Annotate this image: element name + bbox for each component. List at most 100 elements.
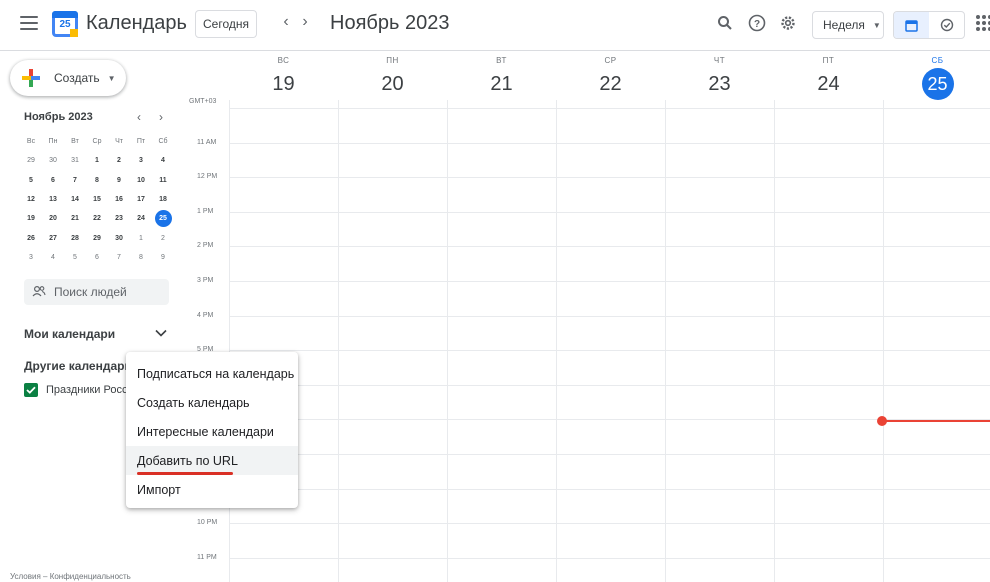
mini-day[interactable]: 15 [86,190,108,209]
mini-day[interactable]: 29 [86,228,108,247]
today-button[interactable]: Сегодня [195,10,257,38]
mini-day[interactable]: 13 [42,190,64,209]
day-header[interactable]: ВТ 21 [447,56,556,100]
day-of-week-label: ВС [277,56,290,65]
hour-gridline [229,419,990,420]
mini-day[interactable]: 30 [42,151,64,170]
mini-weekday-label: Пн [48,138,58,146]
mini-next-month-button[interactable]: › [159,110,163,124]
mini-day[interactable]: 27 [42,228,64,247]
mini-day[interactable]: 14 [64,190,86,209]
day-header[interactable]: СБ 25 [883,56,990,100]
day-number[interactable]: 24 [813,68,845,100]
hour-label: 11 PM [197,554,217,561]
day-number[interactable]: 22 [595,68,627,100]
mini-day[interactable]: 3 [20,248,42,267]
mini-day[interactable]: 8 [86,171,108,190]
my-calendars-heading[interactable]: Мои календари [24,327,115,341]
day-header[interactable]: ПТ 24 [774,56,883,100]
day-header[interactable]: ЧТ 23 [665,56,774,100]
mini-day[interactable]: 1 [130,228,152,247]
next-period-button[interactable]: › [296,13,314,31]
mini-day[interactable]: 22 [86,209,108,228]
other-calendars-heading[interactable]: Другие календари [24,359,132,373]
mini-day[interactable]: 30 [108,228,130,247]
mini-day[interactable]: 17 [130,190,152,209]
menu-item[interactable]: Подписаться на календарь [126,359,298,388]
header-divider [0,50,990,51]
hour-gridline [229,385,990,386]
mini-day[interactable]: 6 [42,171,64,190]
mini-day[interactable]: 4 [152,151,174,170]
people-search-input[interactable]: Поиск людей [24,279,169,305]
day-column-divider [665,100,666,582]
mini-prev-month-button[interactable]: ‹ [137,110,141,124]
mini-day[interactable]: 11 [152,171,174,190]
mini-day[interactable]: 6 [86,248,108,267]
calendar-view-icon[interactable] [894,12,929,38]
mini-day[interactable]: 19 [20,209,42,228]
hour-label: 1 PM [197,208,214,215]
day-header[interactable]: ПН 20 [338,56,447,100]
chevron-down-icon[interactable] [155,326,167,340]
mini-day[interactable]: 5 [64,248,86,267]
menu-item[interactable]: Интересные календари [126,417,298,446]
mini-weekday-label: Чт [115,138,123,146]
search-icon[interactable] [714,12,736,34]
mini-day[interactable]: 2 [152,228,174,247]
mini-day[interactable]: 1 [86,151,108,170]
day-number[interactable]: 20 [377,68,409,100]
current-time-line [882,420,990,422]
day-number[interactable]: 21 [486,68,518,100]
hour-label: 12 PM [197,173,218,180]
mini-day[interactable]: 4 [42,248,64,267]
create-button[interactable]: Создать ▼ [10,60,126,96]
prev-period-button[interactable]: ‹ [277,13,295,31]
menu-item[interactable]: Создать календарь [126,388,298,417]
menu-item[interactable]: Импорт [126,475,298,504]
mini-day[interactable]: 9 [108,171,130,190]
day-number[interactable]: 23 [704,68,736,100]
day-number[interactable]: 19 [268,68,300,100]
day-header[interactable]: ВС 19 [229,56,338,100]
day-of-week-label: ПТ [822,56,835,65]
apps-grid-icon[interactable] [976,15,990,31]
main-menu-icon[interactable] [20,16,38,30]
mini-day[interactable]: 12 [20,190,42,209]
mini-day[interactable]: 2 [108,151,130,170]
view-select-label: Неделя [823,18,865,32]
mini-day[interactable]: 10 [130,171,152,190]
day-header[interactable]: СР 22 [556,56,665,100]
footer-links[interactable]: Условия – Конфиденциальность [10,572,131,581]
day-number[interactable]: 25 [921,68,954,100]
mini-day[interactable]: 8 [130,248,152,267]
menu-item[interactable]: Добавить по URL [126,446,298,475]
mini-day[interactable]: 24 [130,209,152,228]
mini-day[interactable]: 25 [152,209,174,228]
day-column-divider [229,100,230,582]
view-select[interactable]: Неделя ▼ [812,11,884,39]
mini-day[interactable]: 7 [108,248,130,267]
settings-gear-icon[interactable] [777,12,799,34]
mini-day[interactable]: 20 [42,209,64,228]
mini-day[interactable]: 3 [130,151,152,170]
mini-day[interactable]: 5 [20,171,42,190]
mini-day[interactable]: 16 [108,190,130,209]
mini-day[interactable]: 26 [20,228,42,247]
mini-day[interactable]: 23 [108,209,130,228]
help-icon[interactable]: ? [746,12,768,34]
day-column-divider [883,100,884,582]
calendar-item-holidays[interactable]: Праздники Росси [24,383,134,397]
mini-day[interactable]: 9 [152,248,174,267]
mini-day[interactable]: 21 [64,209,86,228]
tasks-check-icon[interactable] [929,12,964,38]
mini-day[interactable]: 31 [64,151,86,170]
mini-day[interactable]: 7 [64,171,86,190]
caret-down-icon: ▼ [107,73,116,83]
people-icon [32,285,46,300]
hour-gridline [229,143,990,144]
mini-day[interactable]: 29 [20,151,42,170]
mini-day[interactable]: 18 [152,190,174,209]
checkbox-checked-icon[interactable] [24,383,38,397]
mini-day[interactable]: 28 [64,228,86,247]
